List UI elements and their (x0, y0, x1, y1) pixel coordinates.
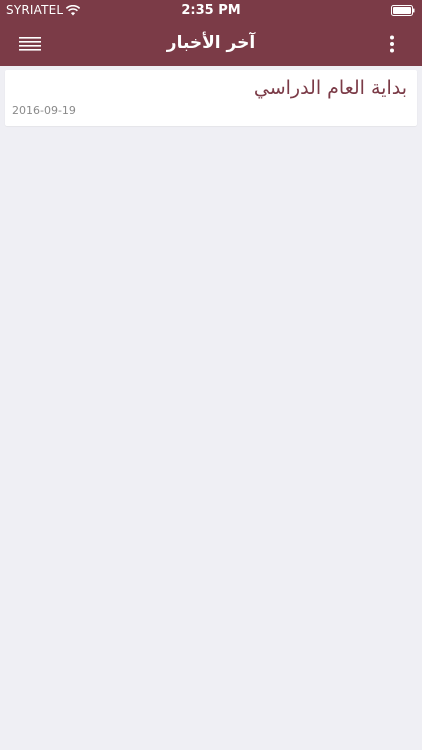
battery-icon (391, 5, 415, 16)
news-title: بداية العام الدراسي (253, 77, 407, 99)
menu-button[interactable] (16, 30, 44, 58)
status-bar: SYRIATEL 2:35 PM (0, 0, 422, 22)
more-options-button[interactable] (382, 30, 402, 58)
news-list-item[interactable]: بداية العام الدراسي 2016-09-19 (5, 70, 417, 126)
hamburger-menu-icon (19, 37, 41, 51)
navigation-bar: آخر الأخبار (0, 22, 422, 66)
status-time: 2:35 PM (181, 3, 241, 18)
app-header: SYRIATEL 2:35 PM آخر الأخبار (0, 0, 422, 66)
page-title: آخر الأخبار (166, 33, 256, 53)
vertical-dots-icon (390, 35, 394, 53)
news-date: 2016-09-19 (12, 104, 76, 117)
